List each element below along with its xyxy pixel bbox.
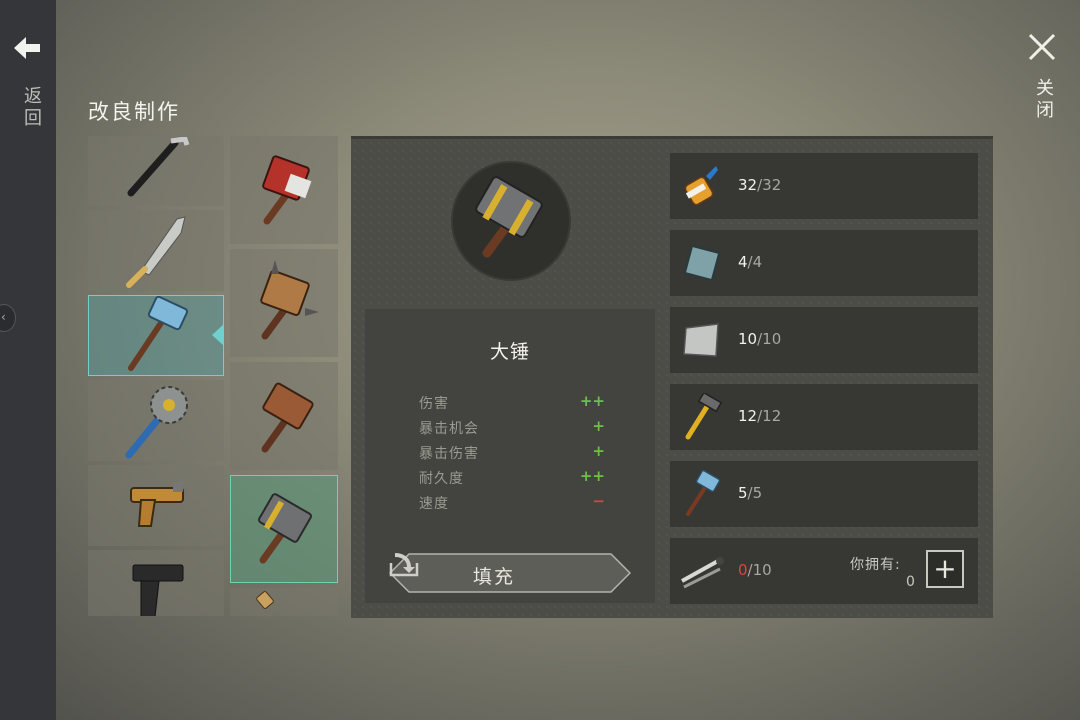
upgrade-panel: 大锤 伤害 ++ 暴击机会 + 暴击伤害 + 耐久度 ++ 速度 − 填充 32… [351, 136, 993, 618]
stat-value: + [592, 442, 605, 460]
list-item-crowbar[interactable] [88, 136, 224, 206]
material-count: 32/32 [738, 176, 781, 194]
material-row: 0/10 你拥有: 0 + [670, 538, 978, 604]
back-label: 返回 [21, 86, 42, 130]
back-arrow-icon [14, 37, 40, 59]
stat-name: 暴击伤害 [419, 446, 479, 462]
add-material-button[interactable]: + [926, 550, 964, 588]
list-item-pistol[interactable] [88, 550, 224, 616]
stat-value: − [592, 492, 605, 510]
hammer-icon [685, 393, 723, 440]
flare-pistol-icon [130, 482, 184, 527]
close-label: 关闭 [1033, 78, 1054, 122]
stat-name: 暴击机会 [419, 421, 479, 437]
glue-icon [684, 166, 718, 206]
list-item-machete[interactable] [88, 210, 224, 291]
selection-arrow-icon [212, 324, 224, 346]
stat-value: ++ [579, 392, 605, 410]
steel-plate-icon [683, 244, 721, 282]
variant-item-5[interactable] [230, 588, 338, 616]
plus-icon: + [933, 552, 957, 585]
variant-item-1[interactable] [230, 136, 338, 244]
back-button[interactable]: 返回 [10, 36, 44, 136]
pistol-icon [132, 564, 184, 616]
material-have: 0 [738, 561, 748, 579]
chevron-left-icon: ‹ [1, 310, 6, 324]
close-icon [1028, 33, 1056, 61]
item-name: 大锤 [489, 341, 530, 363]
blue-sledgehammer-icon [686, 470, 721, 516]
material-have: 32 [738, 176, 758, 194]
upgrade-hammer-rusty-icon [261, 382, 314, 453]
saw-blade-club-icon [125, 386, 188, 459]
stat-row: 伤害 ++ [419, 392, 605, 415]
material-row: 4/4 [670, 230, 978, 296]
stat-name: 耐久度 [419, 471, 464, 487]
variant-item-sledgehammer[interactable] [230, 475, 338, 583]
material-need: 10 [762, 330, 782, 348]
stat-row: 暴击伤害 + [419, 442, 605, 465]
fill-button[interactable]: 填充 [389, 553, 631, 593]
upgrade-hammer-spiked-icon [260, 260, 319, 340]
metal-sheet-icon [683, 323, 719, 357]
material-have: 4 [738, 253, 748, 271]
material-need: 10 [752, 561, 772, 579]
upgrade-hammer-red-icon [262, 155, 312, 225]
variant-item-2[interactable] [230, 249, 338, 357]
sledgehammer-icon [258, 493, 312, 564]
stat-name: 速度 [419, 496, 449, 512]
upgrade-variant-list[interactable] [230, 136, 338, 616]
material-count: 0/10 [738, 561, 772, 579]
page-title: 改良制作 [88, 100, 180, 124]
sledgehammer-icon [475, 176, 543, 258]
selected-item-preview [451, 161, 571, 281]
material-count: 4/4 [738, 253, 762, 271]
material-count: 10/10 [738, 330, 781, 348]
material-row: 5/5 [670, 461, 978, 527]
material-count: 12/12 [738, 407, 781, 425]
crowbar-icon [127, 137, 190, 197]
fill-icon [389, 553, 419, 577]
variant-item-3[interactable] [230, 362, 338, 470]
material-have: 5 [738, 484, 748, 502]
material-row: 12/12 [670, 384, 978, 450]
material-have: 12 [738, 407, 758, 425]
stat-value: + [592, 417, 605, 435]
material-have: 10 [738, 330, 758, 348]
left-rail: 返回 ‹ [0, 0, 56, 720]
material-row: 32/32 [670, 153, 978, 219]
stat-name: 伤害 [419, 396, 449, 412]
weapon-list[interactable] [88, 136, 224, 616]
machete-icon [126, 216, 186, 288]
stats-box: 大锤 伤害 ++ 暴击机会 + 暴击伤害 + 耐久度 ++ 速度 − 填充 [365, 309, 655, 603]
fill-button-label: 填充 [473, 566, 516, 588]
material-row: 10/10 [670, 307, 978, 373]
material-need: 32 [762, 176, 782, 194]
blue-sledgehammer-icon [128, 296, 189, 371]
stat-value: ++ [579, 467, 605, 485]
material-need: 5 [752, 484, 763, 502]
material-count: 5/5 [738, 484, 762, 502]
metal-parts-icon [681, 557, 724, 589]
list-item-saw-club[interactable] [88, 380, 224, 461]
upgrade-partial-icon [256, 591, 274, 609]
side-drawer-toggle[interactable]: ‹ [0, 304, 16, 332]
list-item-blue-sledgehammer[interactable] [88, 295, 224, 376]
stat-row: 速度 − [419, 492, 605, 515]
material-need: 4 [752, 253, 763, 271]
stat-row: 耐久度 ++ [419, 467, 605, 490]
material-need: 12 [762, 407, 782, 425]
list-item-flare-pistol[interactable] [88, 465, 224, 546]
close-button[interactable]: 关闭 [1022, 26, 1062, 136]
stat-row: 暴击机会 + [419, 417, 605, 440]
owned-value: 0 [906, 574, 915, 590]
owned-label: 你拥有: [850, 557, 901, 573]
